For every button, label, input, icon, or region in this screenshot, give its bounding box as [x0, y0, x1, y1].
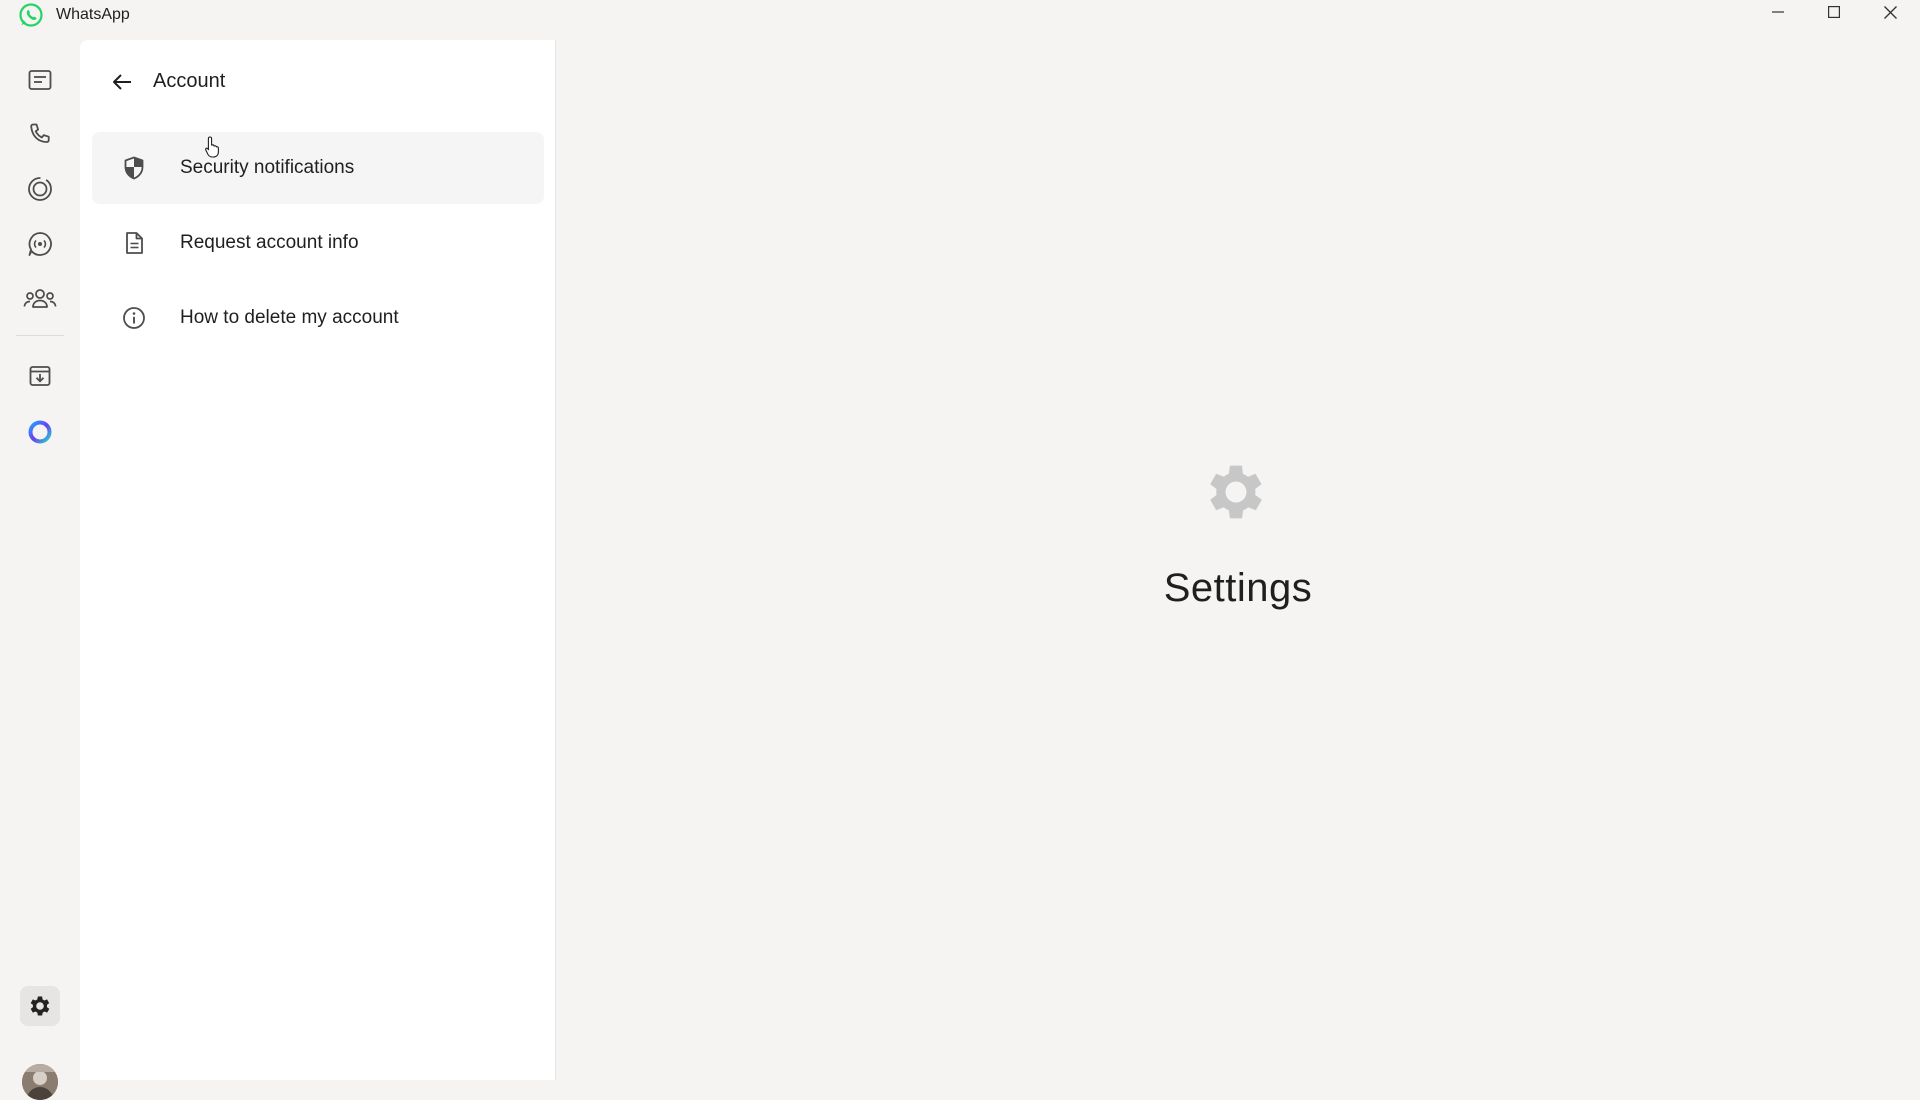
menu-item-label: Security notifications — [180, 157, 355, 178]
rail-archived-button[interactable] — [20, 356, 60, 396]
settings-placeholder-area: Settings — [556, 40, 1920, 1080]
arrow-left-icon — [113, 74, 131, 90]
menu-item-request-account-info[interactable]: Request account info — [92, 207, 544, 279]
avatar[interactable] — [22, 1064, 58, 1100]
close-icon — [1883, 5, 1897, 19]
minimize-button[interactable] — [1750, 0, 1806, 24]
mouse-cursor — [204, 135, 224, 159]
back-button[interactable] — [104, 64, 140, 100]
document-icon — [122, 231, 146, 255]
meta-ai-icon — [28, 420, 52, 444]
navigation-rail — [0, 40, 80, 1100]
window-title: WhatsApp — [56, 6, 130, 23]
minimize-icon — [1772, 11, 1784, 13]
gear-icon — [1200, 456, 1272, 528]
close-button[interactable] — [1862, 0, 1918, 24]
title-bar: WhatsApp — [0, 0, 1920, 40]
rail-divider — [16, 335, 64, 336]
phone-icon — [30, 123, 50, 143]
account-settings-panel: Account Security notifications Request a… — [80, 40, 556, 1080]
rail-meta-ai-button[interactable] — [20, 412, 60, 452]
menu-item-security-notifications[interactable]: Security notifications — [92, 132, 544, 204]
menu-item-label: How to delete my account — [180, 307, 399, 328]
maximize-icon — [1828, 6, 1840, 18]
whatsapp-logo-icon — [18, 2, 44, 28]
page-title: Account — [153, 70, 226, 92]
shield-icon — [122, 156, 146, 180]
archive-icon — [29, 366, 51, 386]
rail-calls-button[interactable] — [20, 114, 60, 154]
menu-item-label: Request account info — [180, 232, 359, 253]
communities-icon — [23, 289, 57, 308]
channels-icon — [28, 232, 52, 256]
maximize-button[interactable] — [1806, 0, 1862, 24]
rail-status-button[interactable] — [20, 169, 60, 209]
info-icon — [122, 306, 146, 330]
gear-icon — [30, 996, 50, 1016]
rail-channels-button[interactable] — [20, 224, 60, 264]
rail-settings-button[interactable] — [20, 986, 60, 1026]
rail-communities-button[interactable] — [20, 279, 60, 319]
rail-chats-button[interactable] — [20, 60, 60, 100]
chats-icon — [28, 70, 52, 90]
status-icon — [28, 177, 52, 201]
placeholder-title: Settings — [1163, 566, 1313, 610]
menu-item-how-to-delete-account[interactable]: How to delete my account — [92, 282, 544, 354]
panel-header: Account — [80, 40, 556, 120]
